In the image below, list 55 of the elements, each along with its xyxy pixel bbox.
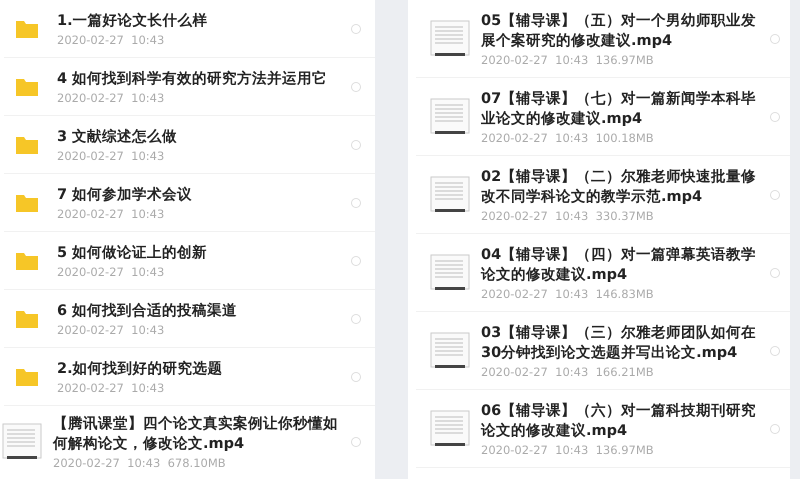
select-radio[interactable] — [770, 190, 780, 200]
file-name[interactable]: 2.如何找到好的研究选题 — [57, 358, 342, 378]
file-name[interactable]: 05【辅导课】（五）对一个男幼师职业发展个案研究的修改建议.mp4 — [481, 10, 766, 50]
select-radio[interactable] — [770, 346, 780, 356]
select-radio[interactable] — [351, 437, 361, 447]
folder-icon — [16, 368, 38, 386]
file-meta: 2020-02-27 10:43 166.21MB — [481, 364, 655, 378]
video-thumbnail — [430, 410, 470, 448]
file-name[interactable]: 03【辅导课】（三）尔雅老师团队如何在30分钟找到论文选题并写出论文.mp4 — [481, 322, 766, 362]
video-thumbnail — [430, 20, 470, 58]
file-name[interactable]: 07【辅导课】（七）对一篇新闻学本科毕业论文的修改建议.mp4 — [481, 88, 766, 128]
file-meta: 2020-02-27 10:43 — [57, 148, 166, 162]
file-meta: 2020-02-27 10:43 — [57, 32, 166, 46]
select-radio[interactable] — [351, 82, 361, 92]
file-meta: 2020-02-27 10:43 100.18MB — [481, 130, 655, 144]
folder-icon — [16, 136, 38, 154]
file-meta: 2020-02-27 10:43 — [57, 380, 166, 394]
file-meta: 2020-02-27 10:43 146.83MB — [481, 286, 655, 300]
video-thumbnail — [430, 176, 470, 214]
file-name[interactable]: 7 如何参加学术会议 — [57, 184, 342, 204]
select-radio[interactable] — [770, 268, 780, 278]
select-radio[interactable] — [351, 198, 361, 208]
folder-icon — [16, 194, 38, 212]
file-meta: 2020-02-27 10:43 136.97MB — [481, 52, 655, 66]
video-thumbnail — [430, 254, 470, 292]
select-radio[interactable] — [770, 424, 780, 434]
file-name[interactable]: 02【辅导课】（二）尔雅老师快速批量修改不同学科论文的教学示范.mp4 — [481, 166, 766, 206]
select-radio[interactable] — [351, 256, 361, 266]
file-name[interactable]: 【腾讯课堂】四个论文真实案例让你秒懂如何解构论文，修改论文.mp4 — [53, 414, 338, 454]
select-radio[interactable] — [351, 140, 361, 150]
file-name[interactable]: 6 如何找到合适的投稿渠道 — [57, 300, 342, 320]
select-radio[interactable] — [351, 24, 361, 34]
folder-icon — [16, 78, 38, 96]
file-meta: 2020-02-27 10:43 — [57, 90, 166, 104]
file-name[interactable]: 3 文献综述怎么做 — [57, 126, 342, 146]
folder-icon — [16, 252, 38, 270]
file-name[interactable]: 1.一篇好论文长什么样 — [57, 10, 342, 30]
file-meta: 2020-02-27 10:43 330.37MB — [481, 208, 655, 222]
file-meta: 2020-02-27 10:43 — [57, 322, 166, 336]
folder-icon — [16, 310, 38, 328]
file-name[interactable]: 5 如何做论证上的创新 — [57, 242, 342, 262]
select-radio[interactable] — [351, 314, 361, 324]
file-name[interactable]: 4 如何找到科学有效的研究方法并运用它 — [57, 68, 342, 88]
file-meta: 2020-02-27 10:43 — [57, 264, 166, 278]
select-radio[interactable] — [351, 372, 361, 382]
file-meta: 2020-02-27 10:43 — [57, 206, 166, 220]
file-meta: 2020-02-27 10:43 136.97MB — [481, 442, 655, 456]
select-radio[interactable] — [770, 34, 780, 44]
select-radio[interactable] — [770, 112, 780, 122]
file-meta: 2020-02-27 10:43 678.10MB — [53, 456, 227, 470]
video-thumbnail — [430, 332, 470, 370]
folder-icon — [16, 20, 38, 38]
video-thumbnail — [430, 98, 470, 136]
file-name[interactable]: 04【辅导课】（四）对一篇弹幕英语教学论文的修改建议.mp4 — [481, 244, 766, 284]
file-name[interactable]: 06【辅导课】（六）对一篇科技期刊研究论文的修改建议.mp4 — [481, 400, 766, 440]
